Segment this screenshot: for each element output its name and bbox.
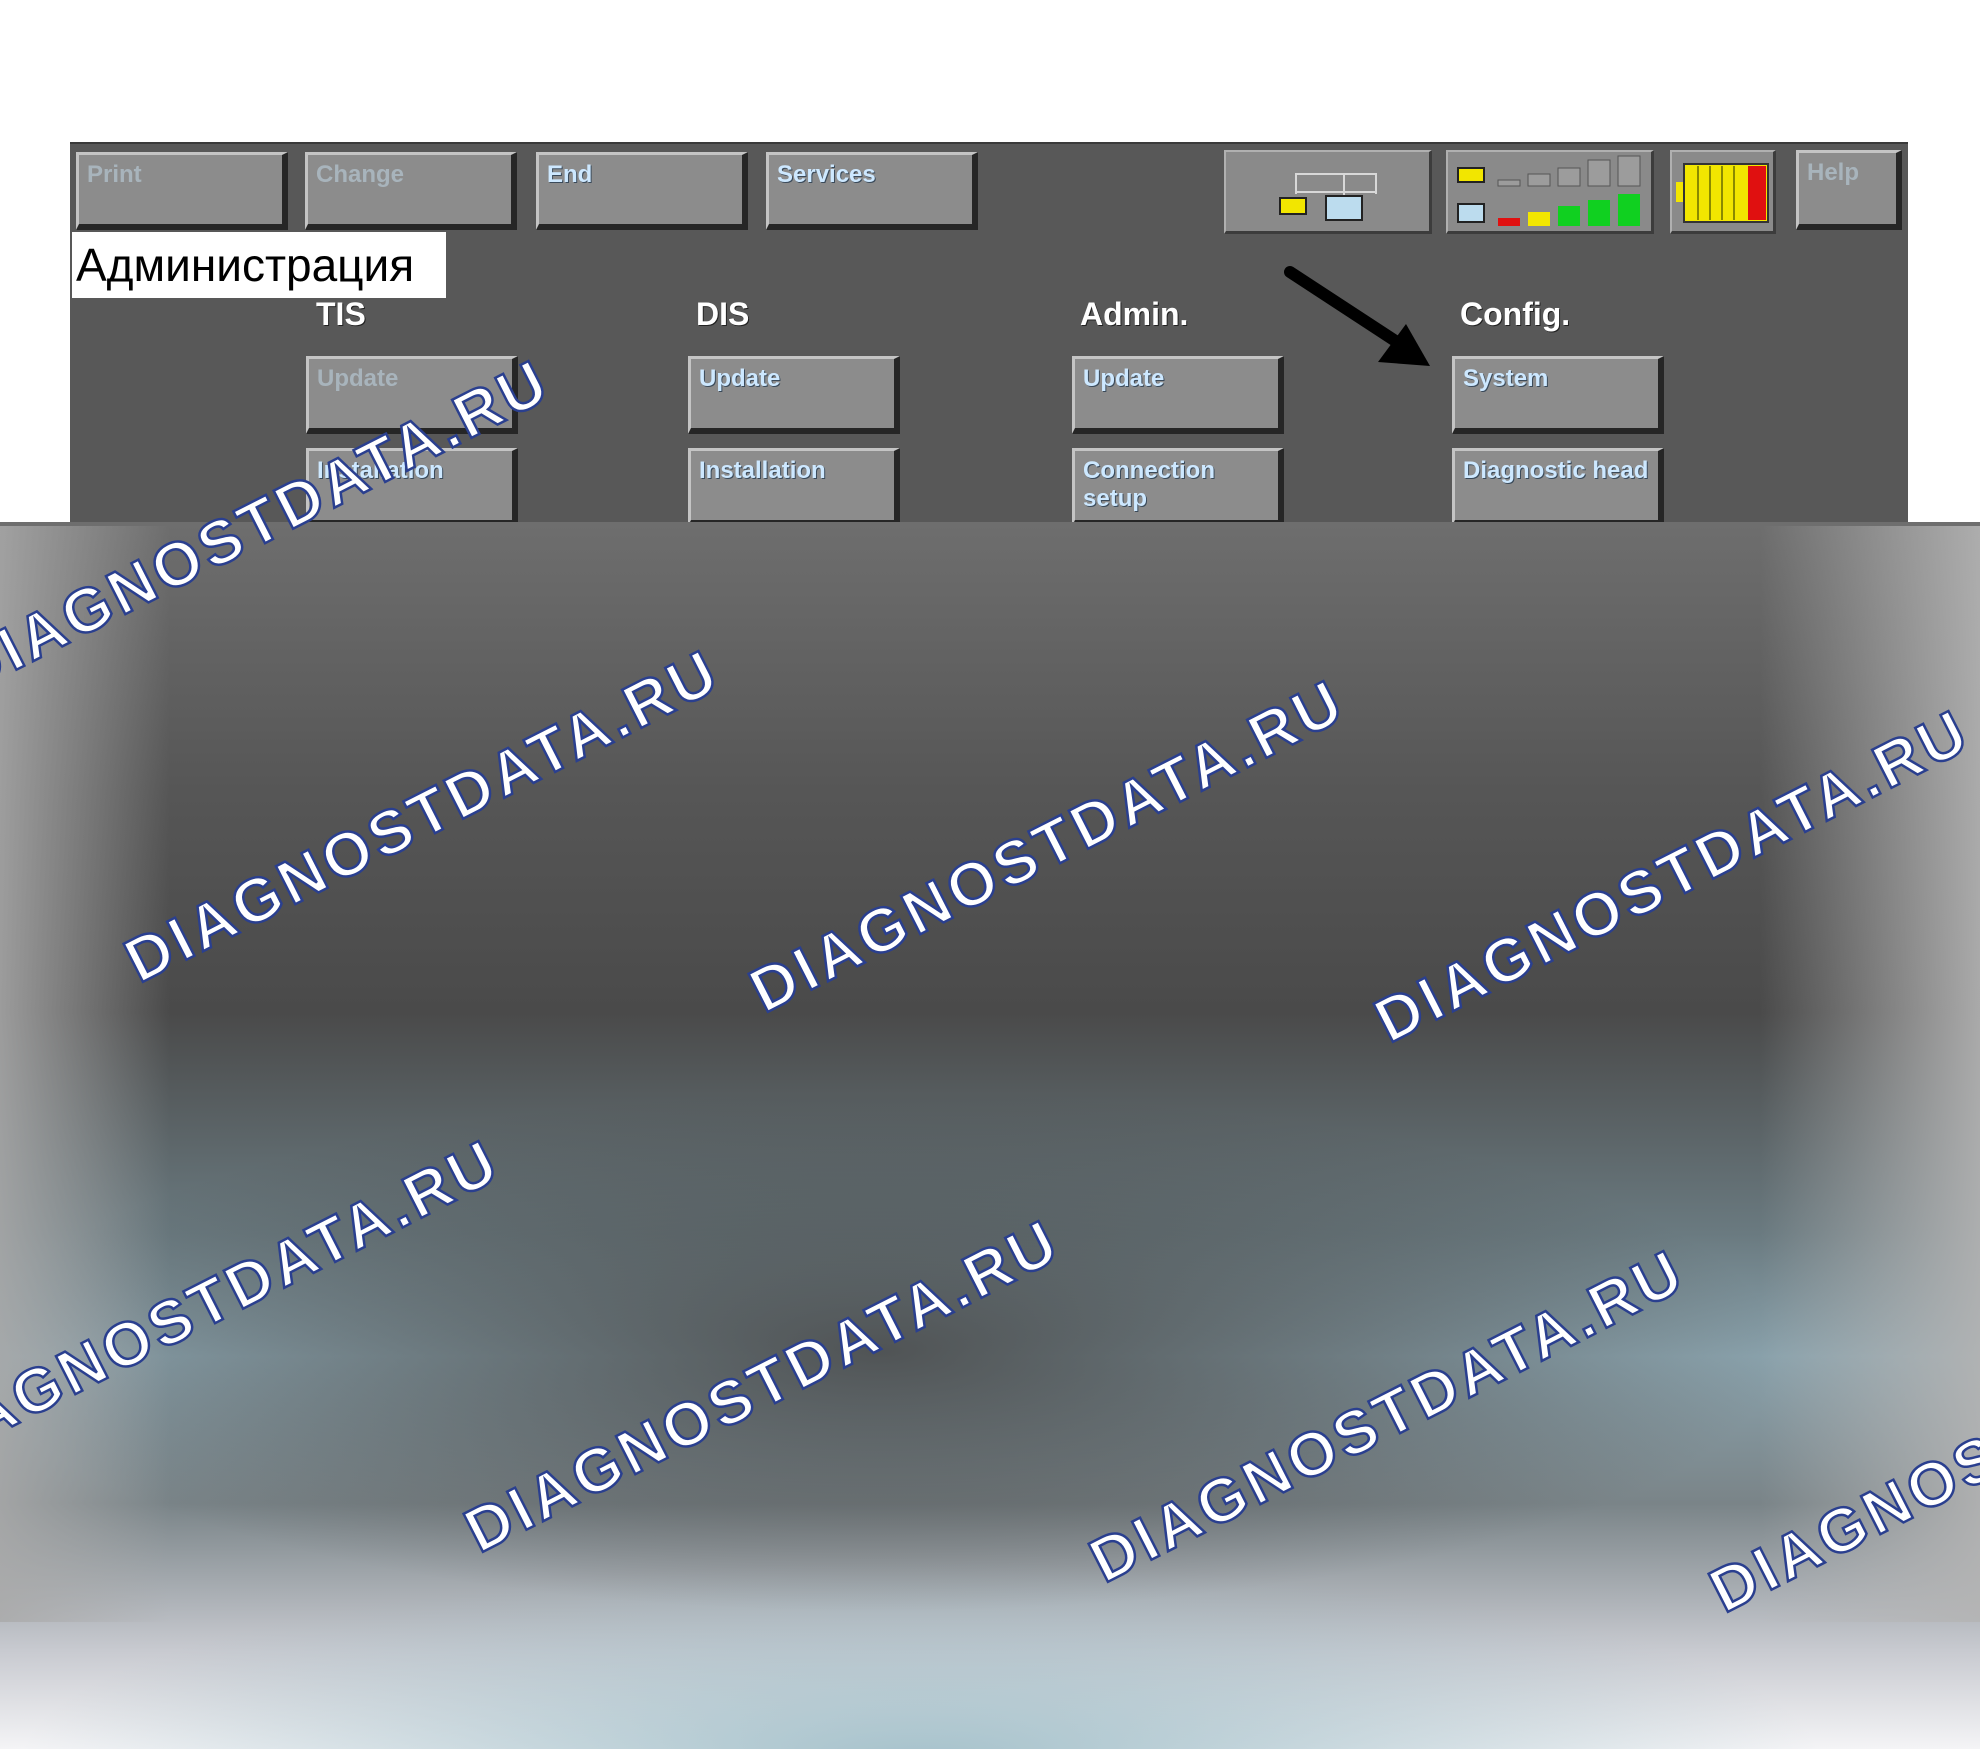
print-button[interactable]: Print <box>76 152 288 230</box>
admin-update-button[interactable]: Update <box>1072 356 1284 434</box>
tis-column-title: TIS <box>316 296 366 332</box>
dis-update-button[interactable]: Update <box>688 356 900 434</box>
dis-installation-button[interactable]: Installation <box>688 448 900 526</box>
arrow-pointer-icon <box>1284 266 1430 366</box>
battery-icon <box>1676 163 1769 223</box>
connection-indicator[interactable] <box>1224 150 1432 234</box>
signal-indicator[interactable] <box>1446 150 1654 234</box>
admin-connection-setup-button[interactable]: Connection setup <box>1072 448 1284 526</box>
help-button[interactable]: Help <box>1796 150 1902 230</box>
signal-strength-icon <box>1457 155 1641 226</box>
section-tag: Администрация <box>72 232 446 298</box>
connection-icon <box>1279 173 1377 221</box>
battery-indicator[interactable] <box>1670 150 1776 234</box>
end-button[interactable]: End <box>536 152 748 230</box>
change-button[interactable]: Change <box>305 152 517 230</box>
obscured-edge-left <box>0 522 170 1622</box>
admin-column-title: Admin. <box>1080 296 1189 332</box>
config-diagnostic-head-button[interactable]: Diagnostic head <box>1452 448 1664 526</box>
config-column-title: Config. <box>1460 296 1571 332</box>
config-system-button[interactable]: System <box>1452 356 1664 434</box>
dis-column-title: DIS <box>696 296 750 332</box>
services-button[interactable]: Services <box>766 152 978 230</box>
obscured-area <box>0 522 1980 1749</box>
